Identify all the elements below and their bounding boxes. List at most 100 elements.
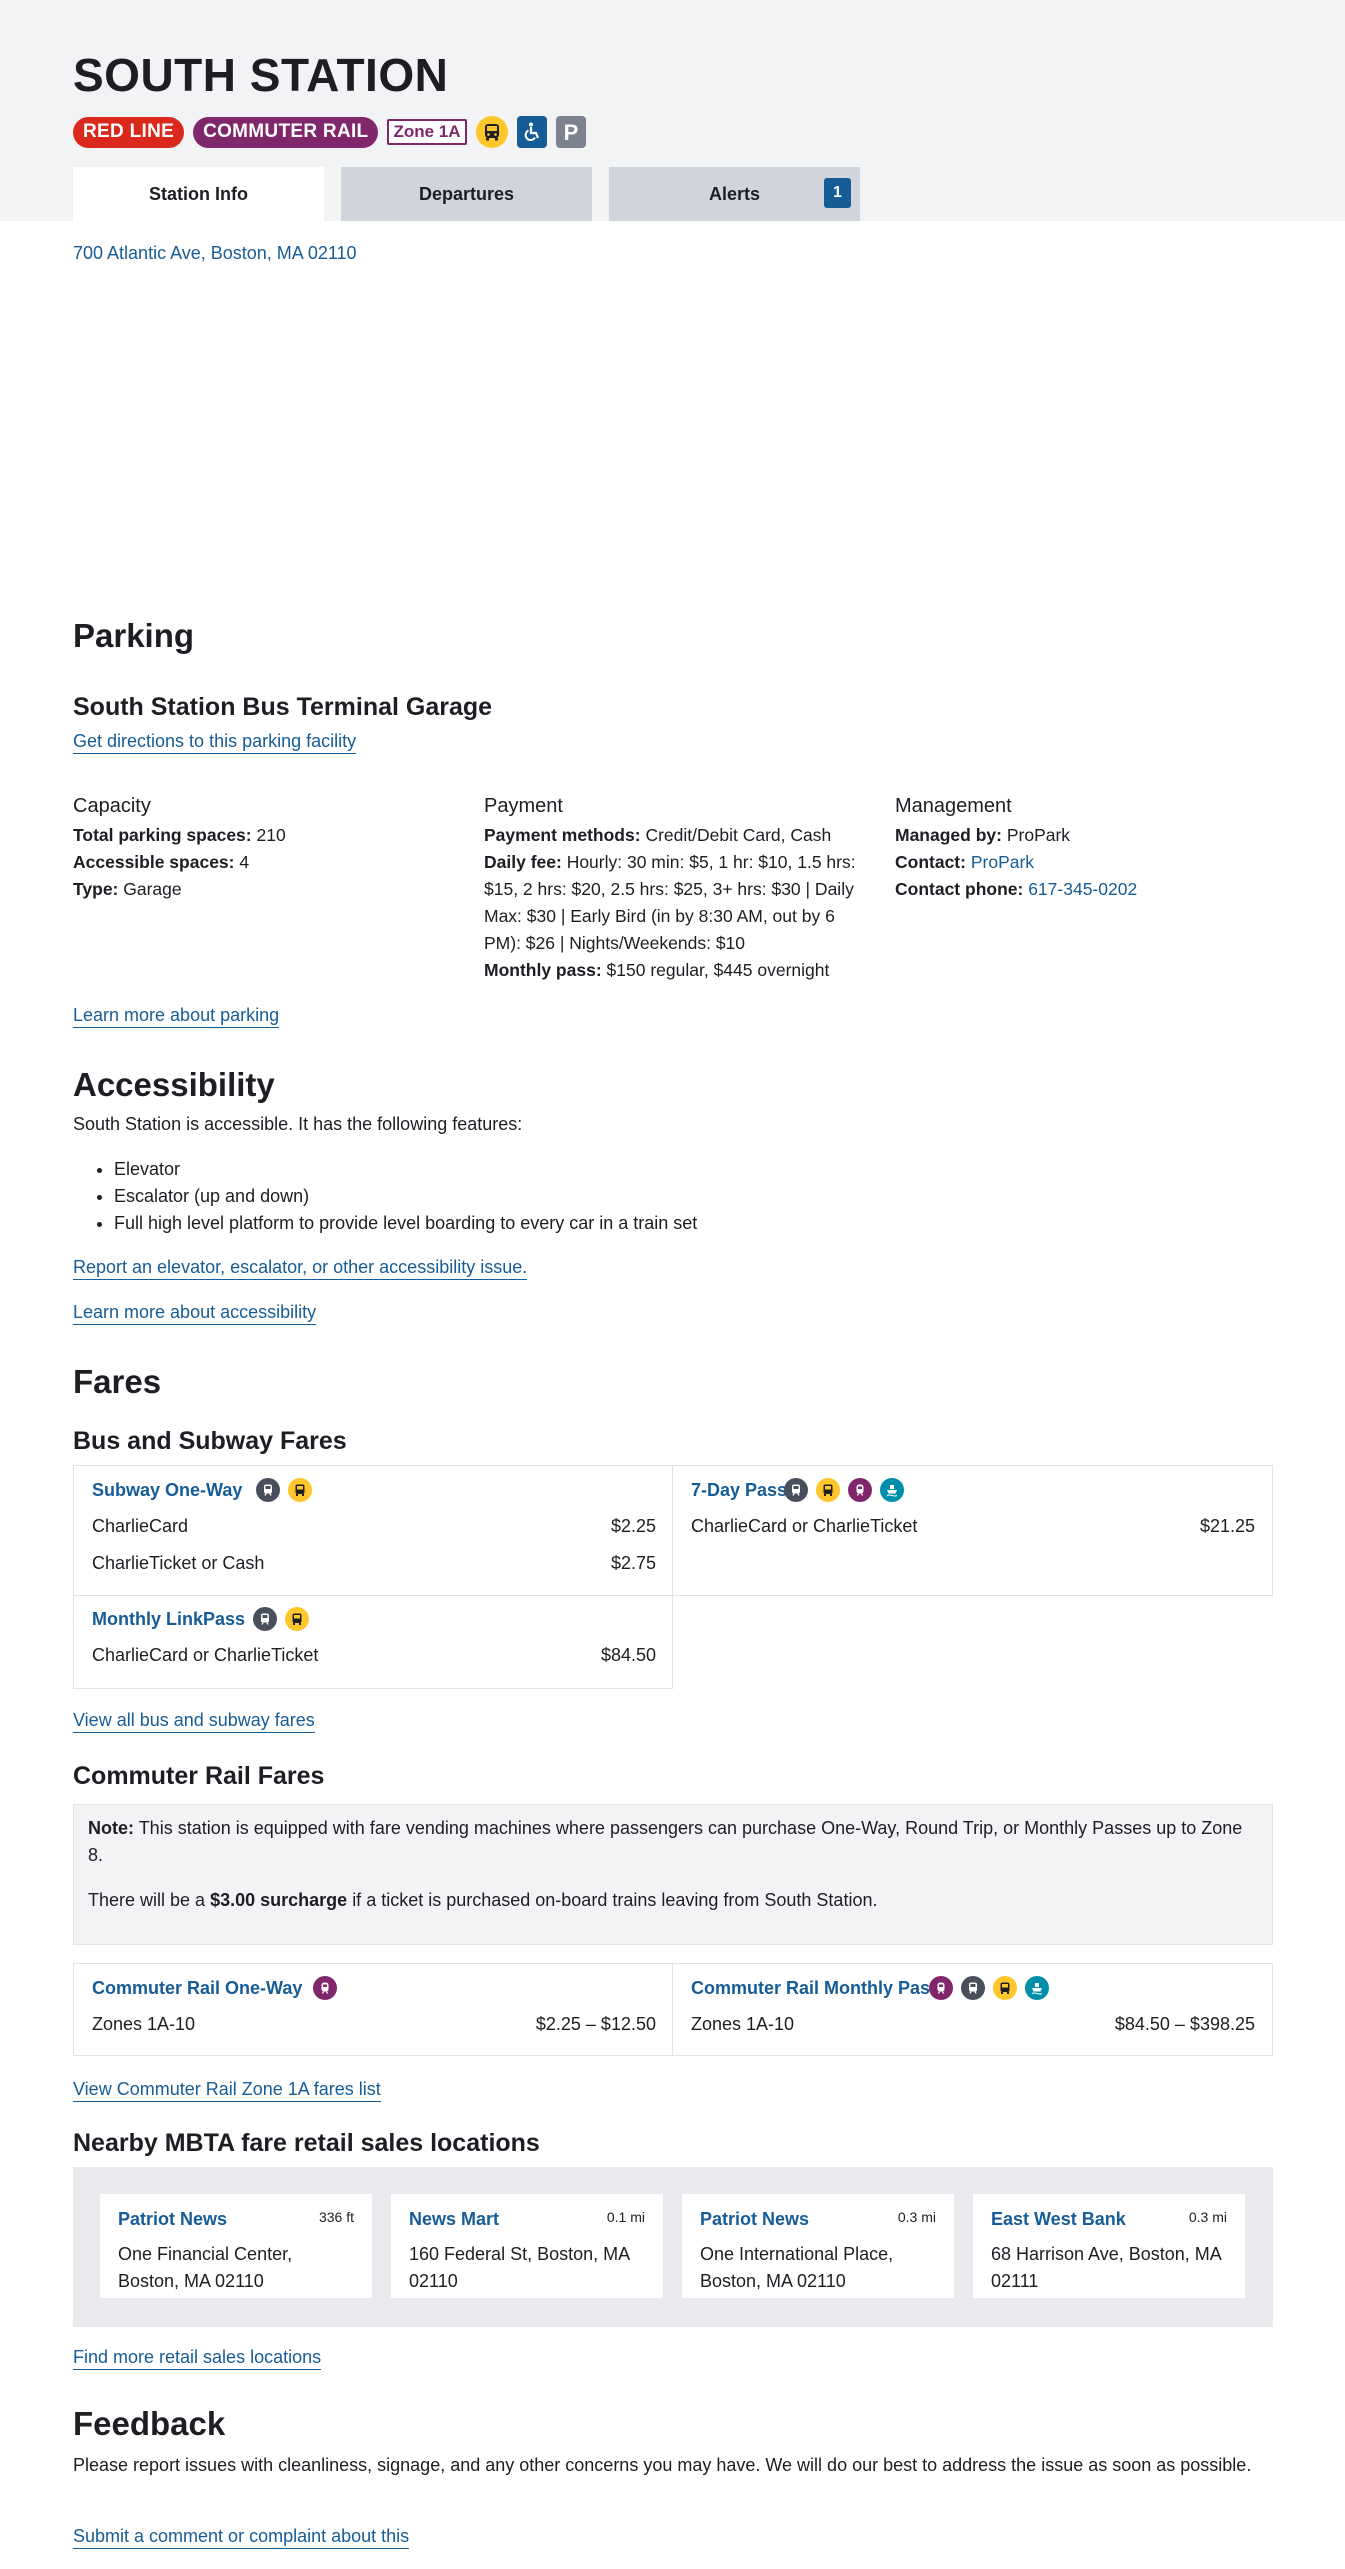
retail-location-name[interactable]: Patriot News	[700, 2209, 809, 2230]
retail-location-name[interactable]: East West Bank	[991, 2209, 1126, 2230]
payment-methods-value: Credit/Debit Card, Cash	[645, 825, 832, 845]
accessible-icon	[516, 116, 547, 148]
parking-heading: Parking	[73, 617, 195, 654]
subway-icon	[784, 1478, 808, 1502]
fare-card-7-day-pass: 7-Day Pass CharlieCard or CharlieTicket $…	[673, 1465, 1273, 1596]
report-accessibility-issue-link[interactable]: Report an elevator, escalator, or other …	[73, 1257, 528, 1280]
parking-icon: P	[555, 116, 586, 148]
accessibility-heading: Accessibility	[73, 1066, 275, 1103]
ferry-icon	[1025, 1976, 1049, 2000]
tab-alerts[interactable]: Alerts 1	[609, 167, 860, 221]
retail-location-card[interactable]: Patriot News 336 ft One Financial Center…	[100, 2194, 372, 2298]
bus-icon	[475, 116, 508, 148]
retail-location-distance: 0.3 mi	[1188, 2209, 1227, 2225]
parking-capacity: Capacity Total parking spaces: 210 Acces…	[73, 795, 453, 903]
list-item: Elevator	[114, 1156, 1173, 1183]
retail-location-card[interactable]: East West Bank 0.3 mi 68 Harrison Ave, B…	[973, 2194, 1245, 2298]
retail-location-card[interactable]: News Mart 0.1 mi 160 Federal St, Boston,…	[391, 2194, 663, 2298]
retail-location-address: One International Place, Boston, MA 0211…	[700, 2244, 894, 2291]
retail-location-distance: 0.3 mi	[897, 2209, 936, 2225]
commuter-rail-icon	[313, 1976, 337, 2000]
list-item: Full high level platform to provide leve…	[114, 1210, 1173, 1237]
fare-card-monthly-linkpass: Monthly LinkPass CharlieCard or CharlieT…	[73, 1596, 673, 1689]
total-spaces-value: 210	[256, 825, 286, 845]
ferry-icon	[880, 1478, 904, 1502]
feedback-text: Please report issues with cleanliness, s…	[73, 2455, 1252, 2475]
fare-price: $2.75	[610, 1553, 656, 1573]
subway-icon	[256, 1478, 280, 1502]
fare-row: CharlieCard or CharlieTicket $21.25	[691, 1516, 1255, 1536]
subway-icon	[253, 1607, 277, 1631]
parking-payment: Payment Payment methods: Credit/Debit Ca…	[484, 795, 862, 984]
fare-row: CharlieTicket or Cash $2.75	[92, 1553, 656, 1573]
station-tabs: Station Info Departures Alerts 1	[73, 167, 860, 221]
view-all-bus-subway-fares-link[interactable]: View all bus and subway fares	[73, 1710, 315, 1733]
subway-icon	[961, 1976, 985, 2000]
retail-location-card[interactable]: Patriot News 0.3 mi One International Pl…	[682, 2194, 954, 2298]
fare-row: Zones 1A-10 $84.50 – $398.25	[691, 2014, 1255, 2034]
station-address-link[interactable]: 700 Atlantic Ave, Boston, MA 02110	[73, 243, 357, 264]
retail-location-distance: 336 ft	[318, 2209, 354, 2225]
managed-by-value: ProPark	[1006, 825, 1071, 845]
7-day-pass-link[interactable]: 7-Day Pass	[691, 1480, 787, 1501]
learn-more-parking-link[interactable]: Learn more about parking	[73, 1005, 280, 1028]
retail-locations-heading: Nearby MBTA fare retail sales locations	[73, 2129, 540, 2157]
contact-link[interactable]: ProPark	[971, 852, 1034, 872]
svg-text:P: P	[563, 120, 578, 144]
fare-card-cr-monthly: Commuter Rail Monthly Pass Zones 1A-10 $8…	[673, 1963, 1273, 2056]
accessible-spaces-value: 4	[239, 852, 250, 872]
bus-subway-fare-grid: Subway One-Way CharlieCard $2.25 CharlieT…	[73, 1465, 1273, 1689]
red-line-badge[interactable]: RED LINE	[73, 116, 185, 148]
subway-one-way-link[interactable]: Subway One-Way	[92, 1480, 242, 1501]
station-header: SOUTH STATION RED LINE COMMUTER RAIL Zon…	[0, 0, 1345, 221]
cr-one-way-link[interactable]: Commuter Rail One-Way	[92, 1978, 302, 1999]
monthly-pass-value: $150 regular, $445 overnight	[606, 960, 830, 980]
retail-location-name[interactable]: Patriot News	[118, 2209, 227, 2230]
monthly-linkpass-link[interactable]: Monthly LinkPass	[92, 1609, 245, 1630]
contact-phone-link[interactable]: 617-345-0202	[1028, 879, 1137, 899]
list-item: Escalator (up and down)	[114, 1183, 1173, 1210]
fare-price: $84.50 – $398.25	[1114, 2014, 1255, 2034]
submit-feedback-link[interactable]: Submit a comment or complaint about this	[73, 2526, 410, 2549]
cr-monthly-pass-link[interactable]: Commuter Rail Monthly Pass	[691, 1978, 940, 1999]
fare-price: $21.25	[1199, 1516, 1255, 1536]
retail-location-address: 68 Harrison Ave, Boston, MA 02111	[991, 2244, 1221, 2291]
retail-location-address: One Financial Center, Boston, MA 02110	[118, 2244, 293, 2291]
station-badges: RED LINE COMMUTER RAIL Zone 1A P	[73, 115, 586, 149]
commuter-rail-badge[interactable]: COMMUTER RAIL	[193, 116, 379, 148]
parking-facility-name: South Station Bus Terminal Garage	[73, 693, 493, 721]
retail-location-address: 160 Federal St, Boston, MA 02110	[409, 2244, 630, 2291]
fare-row: CharlieCard $2.25	[92, 1516, 656, 1536]
fare-price: $2.25 – $12.50	[535, 2014, 656, 2034]
surcharge-text: There will be a $3.00 surcharge if a tic…	[88, 1890, 878, 1910]
fare-row: CharlieCard or CharlieTicket $84.50	[92, 1645, 656, 1665]
commuter-rail-icon	[848, 1478, 872, 1502]
find-more-retail-link[interactable]: Find more retail sales locations	[73, 2347, 322, 2370]
tab-station-info[interactable]: Station Info	[73, 167, 324, 221]
commuter-rail-fares-heading: Commuter Rail Fares	[73, 1762, 325, 1790]
feedback-heading: Feedback	[73, 2405, 226, 2442]
retail-location-distance: 0.1 mi	[606, 2209, 645, 2225]
fare-price: $84.50	[600, 1645, 656, 1665]
fare-price: $2.25	[610, 1516, 656, 1536]
fare-vending-note: Note: This station is equipped with fare…	[73, 1804, 1273, 1945]
view-zone-fares-link[interactable]: View Commuter Rail Zone 1A fares list	[73, 2079, 381, 2102]
fare-card-subway-one-way: Subway One-Way CharlieCard $2.25 CharlieT…	[73, 1465, 673, 1596]
parking-directions-link[interactable]: Get directions to this parking facility	[73, 731, 357, 754]
bus-icon	[993, 1976, 1017, 2000]
alerts-count-badge: 1	[824, 178, 851, 208]
learn-more-accessibility-link[interactable]: Learn more about accessibility	[73, 1302, 317, 1325]
bus-icon	[288, 1478, 312, 1502]
page-title: SOUTH STATION	[73, 49, 449, 101]
tab-departures[interactable]: Departures	[341, 167, 592, 221]
zone-badge[interactable]: Zone 1A	[387, 119, 467, 145]
accessibility-feature-list: Elevator Escalator (up and down) Full hi…	[73, 1156, 1173, 1237]
accessibility-intro: South Station is accessible. It has the …	[73, 1114, 523, 1134]
parking-management: Management Managed by: ProPark Contact: …	[895, 795, 1273, 903]
management-heading: Management	[895, 795, 1012, 817]
bus-icon	[816, 1478, 840, 1502]
fare-card-cr-one-way: Commuter Rail One-Way Zones 1A-10 $2.25 –…	[73, 1963, 673, 2056]
parking-type-value: Garage	[123, 879, 182, 899]
retail-location-name[interactable]: News Mart	[409, 2209, 499, 2230]
commuter-rail-fare-grid: Commuter Rail One-Way Zones 1A-10 $2.25 –…	[73, 1963, 1273, 2056]
